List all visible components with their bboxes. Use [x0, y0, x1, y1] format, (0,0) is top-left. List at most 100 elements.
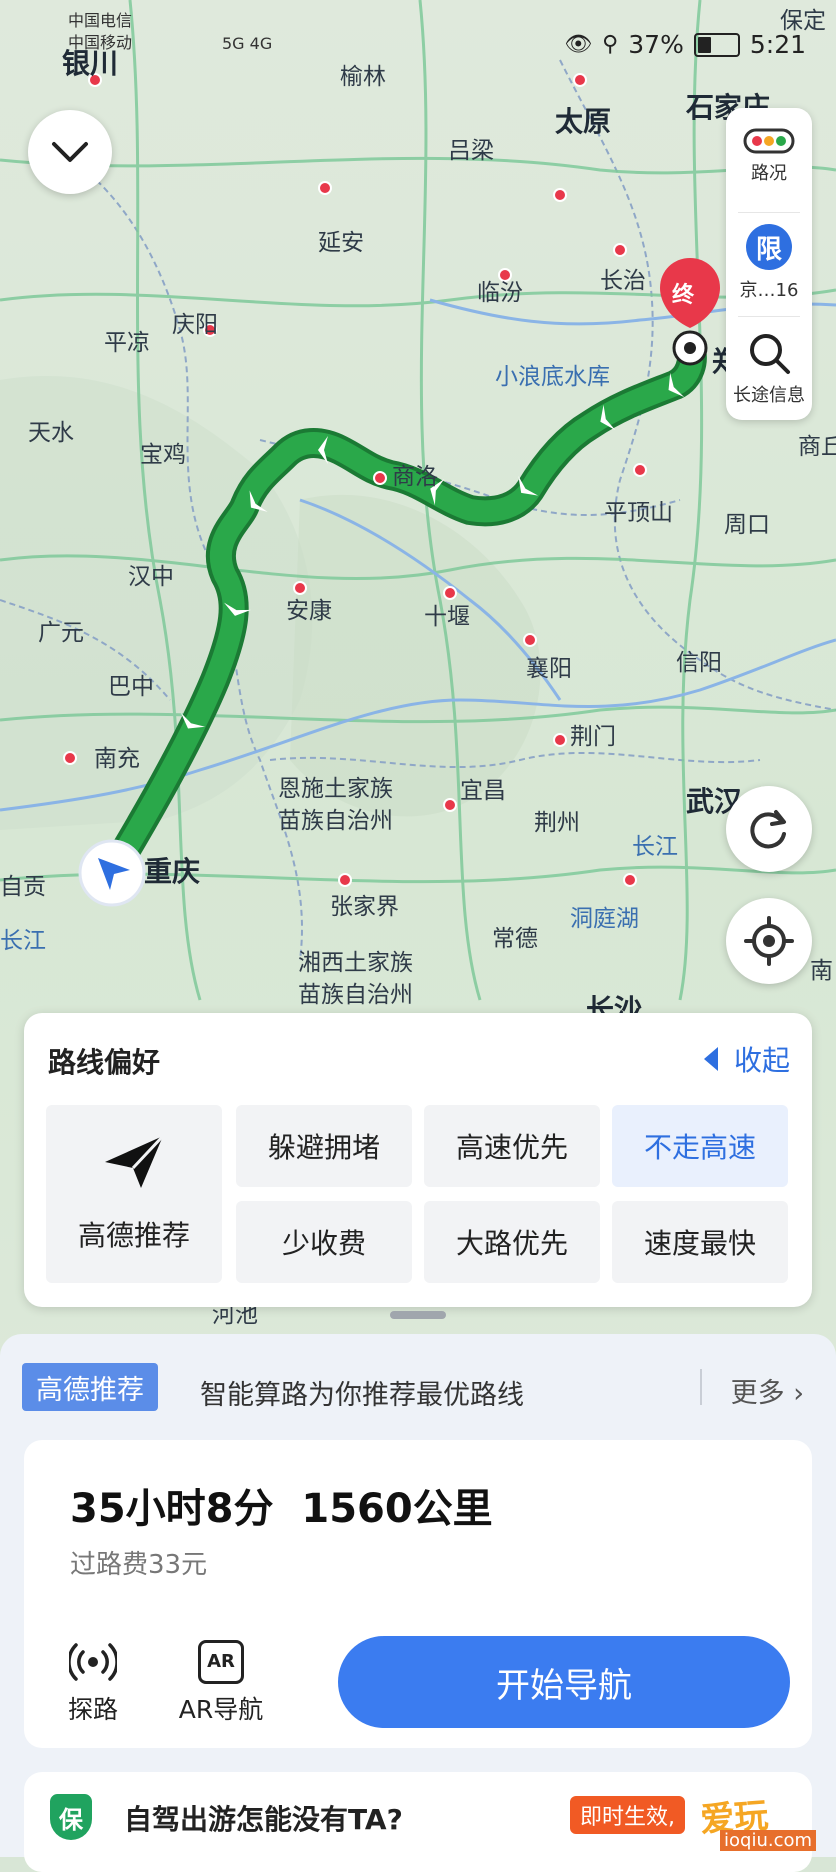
map-label: 自贡	[0, 874, 46, 900]
crosshair-icon	[744, 916, 794, 966]
map-label: 十堰	[424, 604, 470, 630]
map-label: 平凉	[104, 330, 150, 356]
map-label: 南	[810, 958, 833, 984]
status-right: 👁 ⚲ 37% 5:21	[564, 30, 806, 59]
option-label: 少收费	[281, 1227, 366, 1260]
chevron-down-icon	[52, 142, 88, 162]
map-label: 吕梁	[448, 138, 494, 164]
ar-label: AR导航	[178, 1695, 264, 1724]
route-card[interactable]: 35小时8分 1560公里 过路费33元 探路 AR AR导航 开始导航	[24, 1440, 812, 1748]
locate-button[interactable]	[726, 898, 812, 984]
map-label: 荆州	[534, 810, 580, 836]
preferences-title: 路线偏好	[48, 1046, 161, 1079]
route-toll: 过路费33元	[70, 1550, 208, 1580]
traffic-light-icon	[743, 128, 795, 154]
option-no-highway[interactable]: 不走高速	[612, 1105, 788, 1187]
long-trip-info-button[interactable]: 长途信息	[726, 330, 812, 407]
promo-badge: 即时生效,	[570, 1796, 685, 1834]
option-label: 大路优先	[455, 1227, 568, 1260]
carrier-2: 中国移动	[68, 33, 133, 52]
map-label: 天水	[28, 420, 74, 446]
map-label: 巴中	[108, 674, 154, 700]
route-summary: 35小时8分 1560公里	[70, 1476, 493, 1534]
refresh-button[interactable]	[726, 786, 812, 872]
more-label: 更多	[730, 1378, 785, 1409]
map-label: 恩施土家族	[278, 776, 393, 802]
collapse-button[interactable]	[28, 110, 112, 194]
destination-marker	[660, 258, 720, 366]
option-label: 高德推荐	[77, 1219, 190, 1252]
map-label: 周口	[724, 512, 770, 538]
option-recommended[interactable]: 高德推荐	[46, 1105, 222, 1283]
battery-icon	[693, 32, 740, 57]
drag-handle[interactable]	[390, 1311, 446, 1319]
status-bar: 中国电信 中国移动 5G 4G 👁 ⚲ 37% 5:21	[0, 0, 836, 100]
map-label: 商丘	[798, 434, 836, 460]
carrier-info: 中国电信 中国移动	[68, 10, 132, 54]
map-label: 小浪底水库	[495, 364, 610, 390]
promo-text: 自驾出游怎能没有TA?	[124, 1803, 403, 1836]
map-label: 襄阳	[526, 656, 572, 682]
map-label: 湘西土家族	[298, 950, 413, 976]
collapse-label: 收起	[733, 1044, 790, 1077]
map-label: 重庆	[144, 855, 201, 888]
signal-info: 5G 4G	[222, 34, 273, 53]
more-button[interactable]: 更多 ›	[731, 1371, 804, 1410]
map-label: 宝鸡	[140, 442, 186, 468]
map-label: 长治	[600, 268, 646, 294]
map-label: 苗族自治州	[298, 982, 413, 1008]
route-distance: 1560公里	[301, 1486, 493, 1532]
map-tools-panel: 路况 限 京…16 长途信息	[726, 108, 812, 420]
recommendation-text: 智能算路为你推荐最优路线	[200, 1380, 524, 1411]
option-less-toll[interactable]: 少收费	[236, 1201, 412, 1283]
map-label: 洞庭湖	[570, 906, 639, 932]
divider	[700, 1369, 702, 1405]
map-label: 临汾	[477, 280, 523, 306]
collapse-preferences-button[interactable]: 收起	[702, 1039, 790, 1079]
option-label: 不走高速	[643, 1131, 756, 1164]
option-avoid-congestion[interactable]: 躲避拥堵	[236, 1105, 412, 1187]
map-label: 信阳	[676, 650, 722, 676]
restriction-button[interactable]: 限 京…16	[726, 224, 812, 302]
route-preferences-card: 路线偏好 收起 高德推荐 躲避拥堵 高速优先 不走高速 少收费 大路优先 速度最…	[24, 1013, 812, 1307]
option-label: 高速优先	[455, 1131, 568, 1164]
triangle-left-icon	[703, 1047, 718, 1071]
destination-label: 终	[672, 283, 695, 308]
option-fastest[interactable]: 速度最快	[612, 1201, 788, 1283]
current-location-marker	[78, 839, 146, 907]
map-label: 平顶山	[604, 500, 673, 526]
option-main-road[interactable]: 大路优先	[424, 1201, 600, 1283]
promo-card[interactable]: 保 自驾出游怎能没有TA? 即时生效,	[24, 1772, 812, 1872]
map-label: 太原	[555, 105, 612, 138]
map-label: 常德	[492, 926, 538, 952]
long-trip-label: 长途信息	[733, 385, 805, 406]
ar-navigation-button[interactable]: AR AR导航	[166, 1640, 276, 1726]
traffic-button[interactable]: 路况	[726, 128, 812, 185]
start-navigation-button[interactable]: 开始导航	[338, 1636, 790, 1728]
limit-badge: 限	[746, 224, 792, 270]
map-label: 张家界	[330, 894, 399, 920]
map-label: 河池	[212, 1302, 258, 1328]
refresh-icon	[750, 810, 786, 849]
limit-label: 京…16	[739, 280, 799, 301]
shield-icon: 保	[50, 1794, 92, 1840]
broadcast-icon	[67, 1643, 119, 1681]
route-duration: 35小时8分	[70, 1486, 274, 1532]
explore-road-button[interactable]: 探路	[38, 1640, 148, 1726]
map-label: 宜昌	[460, 778, 506, 804]
map-label: 长江	[0, 928, 46, 954]
map-label: 汉中	[128, 564, 174, 590]
recommendation-badge: 高德推荐	[22, 1363, 158, 1411]
watermark-url: ioqiu.com	[720, 1830, 817, 1851]
option-highway-first[interactable]: 高速优先	[424, 1105, 600, 1187]
map-label: 苗族自治州	[278, 808, 393, 834]
paper-plane-icon	[105, 1134, 165, 1188]
clock: 5:21	[749, 30, 806, 59]
map-label: 庆阳	[172, 312, 218, 338]
eye-icon: 👁	[564, 32, 593, 57]
option-label: 躲避拥堵	[267, 1131, 380, 1164]
chevron-right-icon: ›	[793, 1378, 804, 1409]
map-label: 安康	[286, 598, 332, 624]
map-label: 长江	[632, 834, 678, 860]
location-icon: ⚲	[602, 32, 619, 57]
